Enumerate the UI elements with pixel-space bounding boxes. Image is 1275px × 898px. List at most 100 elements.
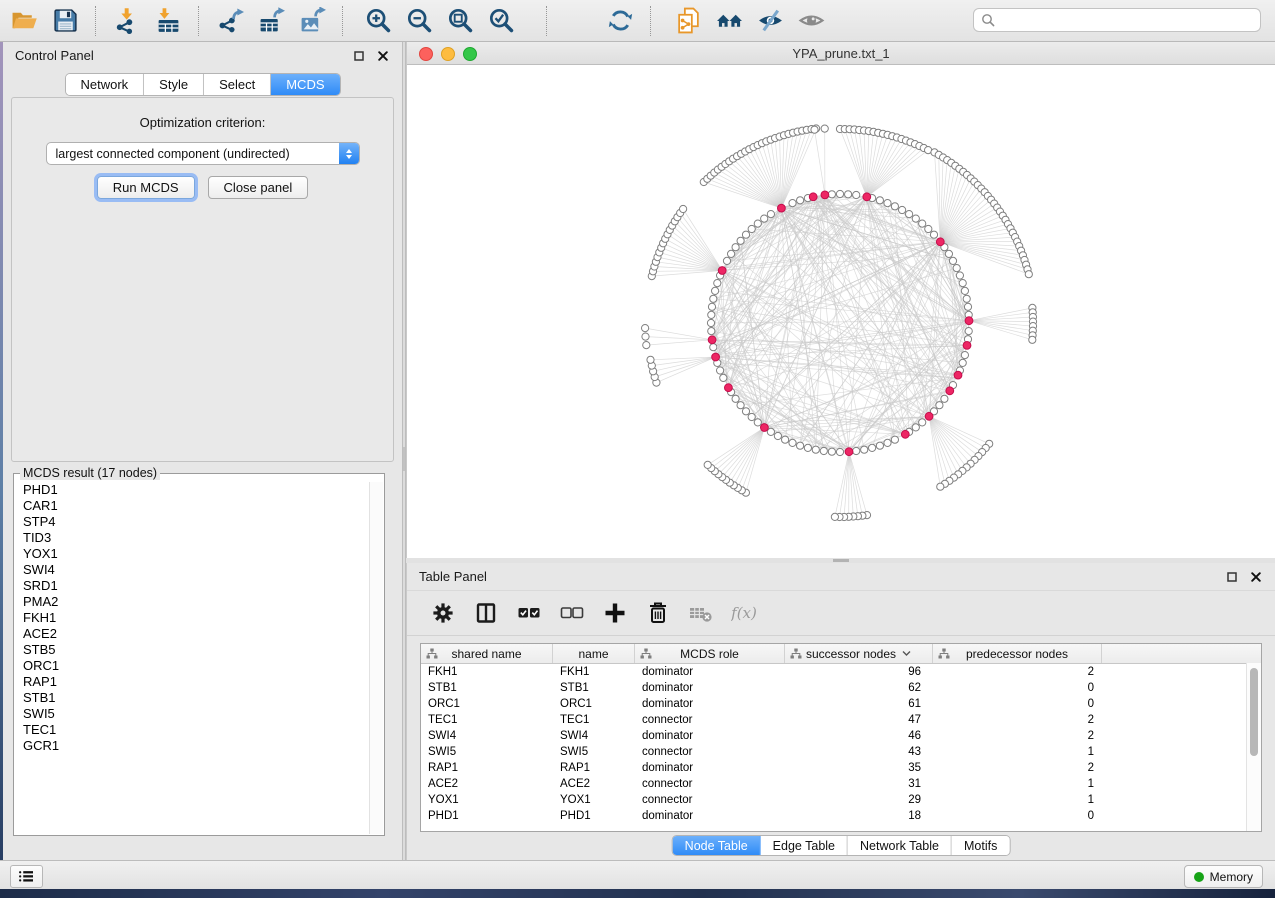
list-item[interactable]: YOX1 xyxy=(15,546,369,562)
list-item[interactable]: TID3 xyxy=(15,530,369,546)
mcds-hub-node[interactable] xyxy=(725,384,733,392)
import-table-button[interactable] xyxy=(152,4,184,38)
maximize-window-icon[interactable] xyxy=(463,47,477,61)
list-item[interactable]: STP4 xyxy=(15,514,369,530)
select-all-button[interactable] xyxy=(515,598,543,628)
close-panel-icon[interactable] xyxy=(376,49,390,63)
delete-column-button[interactable] xyxy=(644,598,672,628)
column-visibility-button[interactable] xyxy=(472,598,500,628)
add-column-button[interactable] xyxy=(601,598,629,628)
column-header-predecessor-nodes[interactable]: predecessor nodes xyxy=(933,644,1102,663)
table-row[interactable]: FKH1FKH1dominator962 xyxy=(421,664,1261,680)
zoom-out-button[interactable] xyxy=(403,4,435,38)
open-session-button[interactable] xyxy=(8,4,40,38)
mcds-hub-node[interactable] xyxy=(863,193,871,201)
close-panel-button[interactable]: Close panel xyxy=(208,176,309,199)
task-history-button[interactable] xyxy=(10,865,43,888)
mcds-hub-node[interactable] xyxy=(718,267,726,275)
mcds-result-list[interactable]: PHD1CAR1STP4TID3YOX1SWI4SRD1PMA2FKH1ACE2… xyxy=(15,482,369,834)
deselect-all-button[interactable] xyxy=(558,598,586,628)
result-list-scrollbar[interactable] xyxy=(369,482,383,834)
table-scrollbar[interactable] xyxy=(1246,663,1261,831)
refresh-layout-button[interactable] xyxy=(604,4,636,38)
list-item[interactable]: STB1 xyxy=(15,690,369,706)
network-graph[interactable] xyxy=(407,65,1275,558)
optimization-criterion-select[interactable]: largest connected component (undirected) xyxy=(46,142,360,165)
table-row[interactable]: ACE2ACE2connector311 xyxy=(421,776,1261,792)
table-row[interactable]: PHD1PHD1dominator180 xyxy=(421,808,1261,824)
search-box[interactable] xyxy=(973,8,1261,32)
list-item[interactable]: SRD1 xyxy=(15,578,369,594)
tab-style[interactable]: Style xyxy=(144,74,204,95)
list-item[interactable]: SWI5 xyxy=(15,706,369,722)
close-panel-icon[interactable] xyxy=(1249,570,1263,584)
float-panel-icon[interactable] xyxy=(1225,570,1239,584)
hide-graphics-button[interactable] xyxy=(754,4,786,38)
mcds-hub-node[interactable] xyxy=(936,238,944,246)
table-row[interactable]: SWI4SWI4dominator462 xyxy=(421,728,1261,744)
share-document-button[interactable] xyxy=(672,4,704,38)
table-row[interactable]: SWI5SWI5connector431 xyxy=(421,744,1261,760)
mcds-hub-node[interactable] xyxy=(761,424,769,432)
mcds-hub-node[interactable] xyxy=(821,191,829,199)
scrollbar-thumb[interactable] xyxy=(1250,668,1258,756)
splitter-grip[interactable] xyxy=(403,447,405,471)
tab-network[interactable]: Network xyxy=(65,74,144,95)
network-canvas[interactable] xyxy=(407,65,1275,558)
memory-button[interactable]: Memory xyxy=(1184,865,1263,888)
table-row[interactable]: YOX1YOX1connector291 xyxy=(421,792,1261,808)
mcds-hub-node[interactable] xyxy=(965,317,973,325)
list-item[interactable]: CAR1 xyxy=(15,498,369,514)
splitter-grip[interactable] xyxy=(833,559,849,562)
tab-select[interactable]: Select xyxy=(204,74,271,95)
mcds-hub-node[interactable] xyxy=(925,412,933,420)
tab-node-table[interactable]: Node Table xyxy=(673,836,761,855)
list-item[interactable]: ACE2 xyxy=(15,626,369,642)
close-window-icon[interactable] xyxy=(419,47,433,61)
show-graphics-button[interactable] xyxy=(795,4,827,38)
mcds-hub-node[interactable] xyxy=(708,336,716,344)
list-item[interactable]: TEC1 xyxy=(15,722,369,738)
tab-network-table[interactable]: Network Table xyxy=(848,836,952,855)
zoom-selected-button[interactable] xyxy=(485,4,517,38)
mcds-hub-node[interactable] xyxy=(963,342,971,350)
list-item[interactable]: FKH1 xyxy=(15,610,369,626)
tab-edge-table[interactable]: Edge Table xyxy=(761,836,848,855)
table-row[interactable]: STB1STB1dominator620 xyxy=(421,680,1261,696)
mcds-hub-node[interactable] xyxy=(712,353,720,361)
column-header-name[interactable]: name xyxy=(553,644,635,663)
import-network-button[interactable] xyxy=(111,4,143,38)
tab-motifs[interactable]: Motifs xyxy=(952,836,1009,855)
list-item[interactable]: GCR1 xyxy=(15,738,369,754)
list-item[interactable]: ORC1 xyxy=(15,658,369,674)
zoom-in-button[interactable] xyxy=(362,4,394,38)
run-mcds-button[interactable]: Run MCDS xyxy=(97,176,195,199)
minimize-window-icon[interactable] xyxy=(441,47,455,61)
list-item[interactable]: PHD1 xyxy=(15,482,369,498)
mcds-hub-node[interactable] xyxy=(954,371,962,379)
save-session-button[interactable] xyxy=(49,4,81,38)
list-item[interactable]: RAP1 xyxy=(15,674,369,690)
export-network-button[interactable] xyxy=(214,4,246,38)
column-header-MCDS-role[interactable]: MCDS role xyxy=(635,644,785,663)
search-input[interactable] xyxy=(995,10,1260,30)
table-settings-button[interactable] xyxy=(429,598,457,628)
list-item[interactable]: SWI4 xyxy=(15,562,369,578)
export-image-button[interactable] xyxy=(296,4,328,38)
tab-mcds[interactable]: MCDS xyxy=(271,74,339,95)
network-window-titlebar[interactable]: YPA_prune.txt_1 xyxy=(407,42,1275,65)
list-item[interactable]: PMA2 xyxy=(15,594,369,610)
mcds-hub-node[interactable] xyxy=(809,193,817,201)
mcds-hub-node[interactable] xyxy=(946,387,954,395)
mcds-hub-node[interactable] xyxy=(778,204,786,212)
mcds-hub-node[interactable] xyxy=(845,448,853,456)
list-item[interactable]: STB5 xyxy=(15,642,369,658)
column-header-successor-nodes[interactable]: successor nodes xyxy=(785,644,933,663)
mcds-hub-node[interactable] xyxy=(901,430,909,438)
table-row[interactable]: RAP1RAP1dominator352 xyxy=(421,760,1261,776)
zoom-fit-button[interactable] xyxy=(444,4,476,38)
table-row[interactable]: ORC1ORC1dominator610 xyxy=(421,696,1261,712)
export-table-button[interactable] xyxy=(255,4,287,38)
network-overview-button[interactable] xyxy=(713,4,745,38)
float-panel-icon[interactable] xyxy=(352,49,366,63)
